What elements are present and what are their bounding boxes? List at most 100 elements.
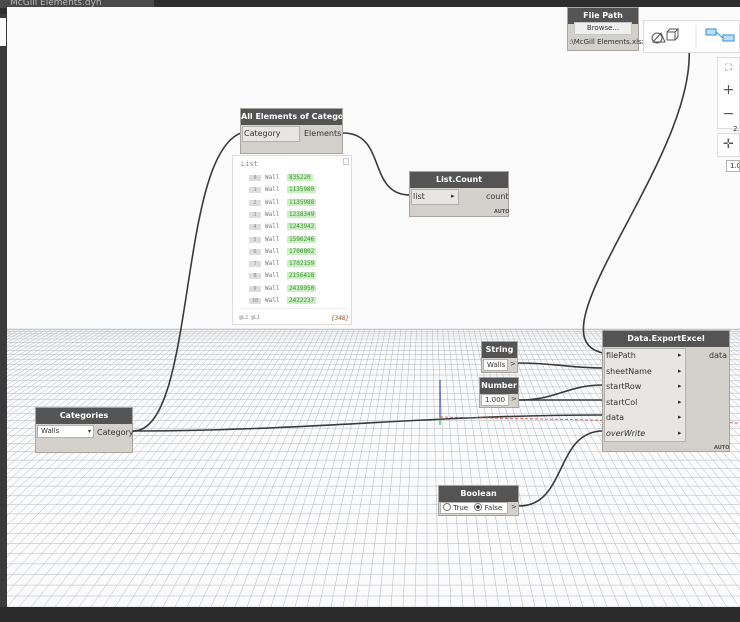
list-label: Wall [265,186,280,194]
list-item: 6 Wall 1700802 [249,247,317,258]
list-value: 1596246 [287,235,317,243]
wire-filepath-to-export [582,46,690,354]
file-path-value: :\McGill Elements.xlsx [569,38,646,46]
output-arrow-icon[interactable]: > [510,360,516,368]
output-port-elements[interactable]: Elements [304,129,341,138]
radio-false-label: False [484,504,503,512]
input-port-startcol[interactable]: startCol [606,398,637,407]
list-index: 5 [249,236,261,243]
node-title: Categories [36,408,132,424]
list-item: 3 Wall 1238349 [249,210,317,221]
port-arrow-icon: ▸ [678,397,682,406]
wire-categories-to-data [132,414,604,432]
list-item: 0 Wall 835220 [249,174,313,184]
output-port-count[interactable]: count [486,192,509,201]
list-item: 7 Wall 1702159 [249,260,317,270]
output-arrow-icon[interactable]: > [511,395,517,403]
lacing-label: AUTO [714,445,730,451]
list-index: 8 [249,273,261,280]
partial-node-value-1: 2. [733,125,740,133]
list-item: 8 Wall 2156418 [249,272,317,282]
list-label: Wall [265,198,280,206]
view-toggle-toolbar [643,20,740,53]
output-arrow-icon[interactable]: > [511,503,517,511]
node-title: All Elements of Category [241,109,342,125]
list-value: 1243942 [287,223,317,231]
port-arrow-icon: ▸ [678,429,682,437]
output-port-category[interactable]: Category [97,428,134,437]
port-arrow-icon: ▸ [678,413,682,422]
pan-icon[interactable]: ✛ [717,133,740,157]
node-title: Data.ExportExcel [603,331,729,347]
list-index: 3 [249,211,261,218]
list-label: Wall [265,210,280,218]
port-arrow-icon: ▸ [678,382,682,391]
all-elements-node[interactable]: All Elements of Category Category Elemen… [240,108,343,154]
node-title: Boolean [439,486,518,502]
input-port-filepath[interactable]: filePath [606,351,636,360]
preview-header: List [241,160,258,168]
input-port-sheetname[interactable]: sheetName [606,367,652,376]
left-panel-toggle[interactable] [0,18,6,46]
radio-true[interactable] [443,503,451,511]
input-port-overwrite[interactable]: overWrite [606,429,645,438]
left-panel-edge [0,14,7,614]
list-value: 835220 [287,174,313,181]
list-item: 1 Wall 1135980 [249,186,317,196]
wire-string-to-export [516,362,604,369]
list-value: 2156418 [287,272,317,280]
fit-view-icon[interactable]: ⛶ [718,58,739,78]
list-label: Wall [265,223,280,231]
preview-bubble[interactable]: List 0 Wall 835220 1 Wall 1135980 2 Wall 1135988… [232,155,352,325]
zoom-in-button[interactable]: + [718,78,739,102]
graph-view-icon[interactable] [705,28,735,42]
string-input[interactable]: Walls [483,359,508,371]
list-label: Wall [265,284,280,292]
string-node[interactable]: String Walls > [481,341,518,373]
list-item: 5 Wall 1596246 [249,235,317,246]
output-port-data[interactable]: data [709,351,727,360]
input-ports-panel [604,348,686,442]
list-item: 9 Wall 2419950 [249,284,317,295]
list-index: 2 [249,199,261,206]
zoom-out-button[interactable]: − [718,102,739,126]
wire-allelements-to-listcount [342,132,411,196]
browse-button[interactable]: Browse... [574,22,632,35]
port-arrow: ▸ [451,192,455,200]
node-title: List.Count [410,172,508,188]
preview-levels: @L2 @L1 [239,315,261,321]
radio-false[interactable] [474,503,483,511]
node-title: Number [480,378,518,394]
category-dropdown[interactable]: Walls ▾ [37,425,94,438]
boolean-radio-group: True False [440,502,508,514]
export-excel-node[interactable]: Data.ExportExcel filePath ▸ sheetName ▸ star… [602,330,730,452]
lacing-label: AUTO [494,209,510,215]
list-label: Wall [265,260,280,268]
pin-icon[interactable] [343,158,349,165]
list-value: 2419950 [287,284,317,292]
port-arrow-icon: ▸ [678,351,682,359]
preview-divider [239,308,347,309]
wire-number-to-startrow [518,384,604,401]
number-input[interactable]: 1.000 [481,394,509,406]
partial-node-value-2: 1.00 [726,160,740,172]
list-count-node[interactable]: List.Count list ▸ count AUTO [409,171,509,217]
list-label: Wall [265,247,280,255]
number-node[interactable]: Number 1.000 > [479,377,519,408]
input-port-data[interactable]: data [606,413,624,422]
port-arrow-icon: ▸ [678,366,682,375]
list-index: 4 [249,224,261,231]
list-item: 10 Wall 2422237 [249,297,317,307]
input-port-startrow[interactable]: startRow [606,382,641,391]
wire-categories-to-allelements [132,132,242,432]
list-index: 1 [249,187,261,194]
geometry-view-icon[interactable] [651,28,680,44]
graph-canvas[interactable]: File Path Browse... :\McGill Elements.xl… [7,7,740,607]
list-label: Wall [265,272,280,280]
list-label: Wall [265,235,280,243]
boolean-node[interactable]: Boolean True False > [438,485,519,516]
list-value: 1135980 [287,186,317,194]
categories-node[interactable]: Categories Walls ▾ Category [35,407,134,453]
file-path-node[interactable]: File Path Browse... :\McGill Elements.xl… [567,7,646,51]
list-label: Wall [265,174,280,181]
